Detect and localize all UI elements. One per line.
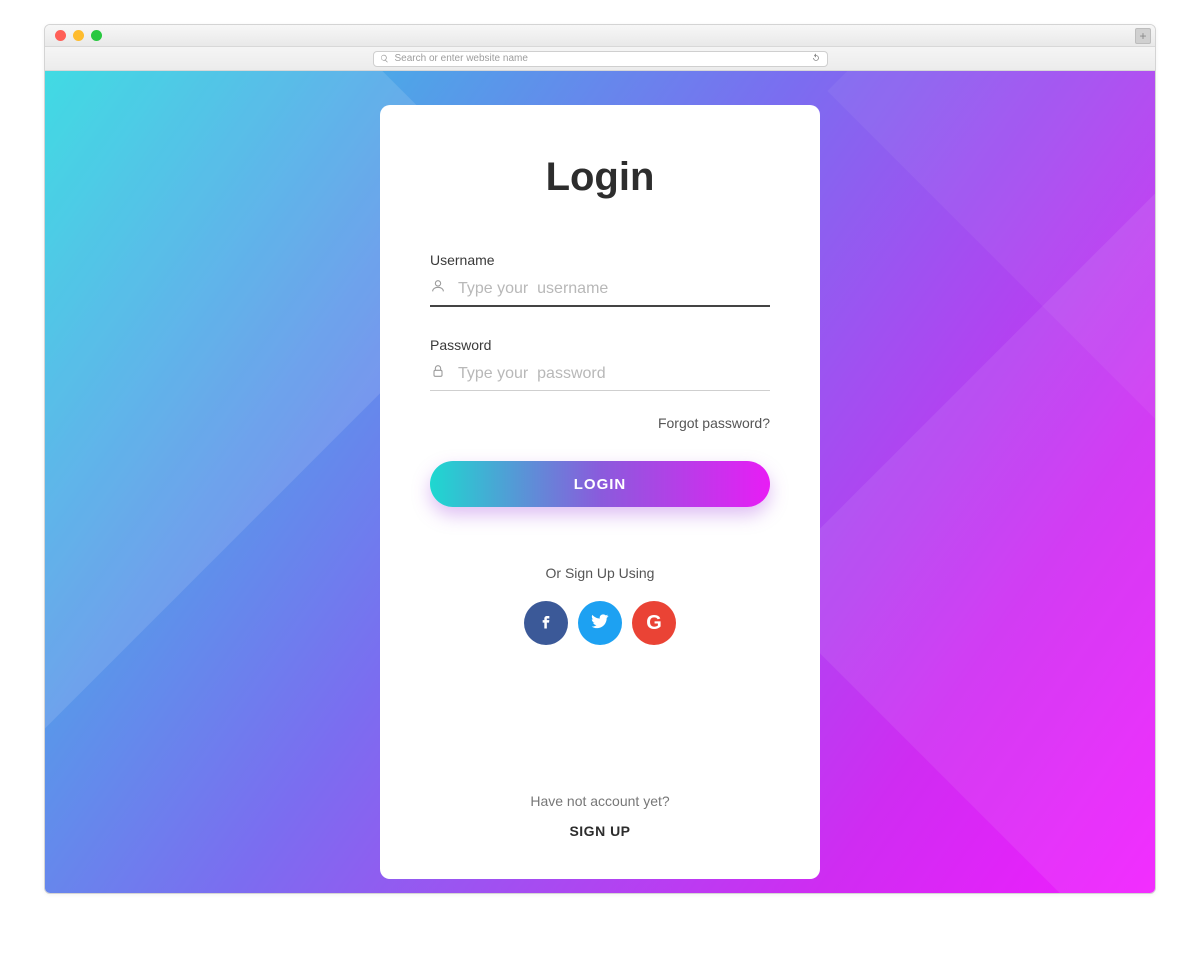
password-input[interactable] [458, 365, 770, 383]
new-tab-button[interactable]: + [1135, 28, 1151, 44]
social-prompt: Or Sign Up Using [430, 565, 770, 581]
login-card: Login Username Password [380, 105, 820, 879]
lock-icon [430, 363, 446, 384]
page-viewport: Login Username Password [45, 71, 1155, 894]
no-account-text: Have not account yet? [430, 793, 770, 809]
signup-link[interactable]: SIGN UP [430, 823, 770, 839]
user-icon [430, 278, 446, 299]
browser-window: + Search or enter website name Login Use… [44, 24, 1156, 894]
password-field: Password [430, 337, 770, 391]
twitter-login-button[interactable] [578, 601, 622, 645]
login-button[interactable]: LOGIN [430, 461, 770, 507]
maximize-window-button[interactable] [91, 30, 102, 41]
google-icon: G [646, 612, 662, 635]
username-label: Username [430, 252, 770, 268]
social-login-row: G [430, 601, 770, 645]
traffic-lights [55, 30, 102, 41]
search-icon [380, 50, 389, 68]
toolbar: Search or enter website name [45, 47, 1155, 71]
address-bar[interactable]: Search or enter website name [373, 51, 828, 67]
google-login-button[interactable]: G [632, 601, 676, 645]
facebook-icon [536, 611, 556, 636]
address-bar-placeholder: Search or enter website name [395, 53, 805, 64]
login-title: Login [430, 155, 770, 200]
username-input[interactable] [458, 280, 770, 298]
minimize-window-button[interactable] [73, 30, 84, 41]
forgot-password-link[interactable]: Forgot password? [430, 415, 770, 431]
password-label: Password [430, 337, 770, 353]
window-titlebar: + [45, 25, 1155, 47]
twitter-icon [590, 611, 610, 636]
username-field: Username [430, 252, 770, 307]
facebook-login-button[interactable] [524, 601, 568, 645]
close-window-button[interactable] [55, 30, 66, 41]
reload-icon[interactable] [811, 50, 821, 68]
